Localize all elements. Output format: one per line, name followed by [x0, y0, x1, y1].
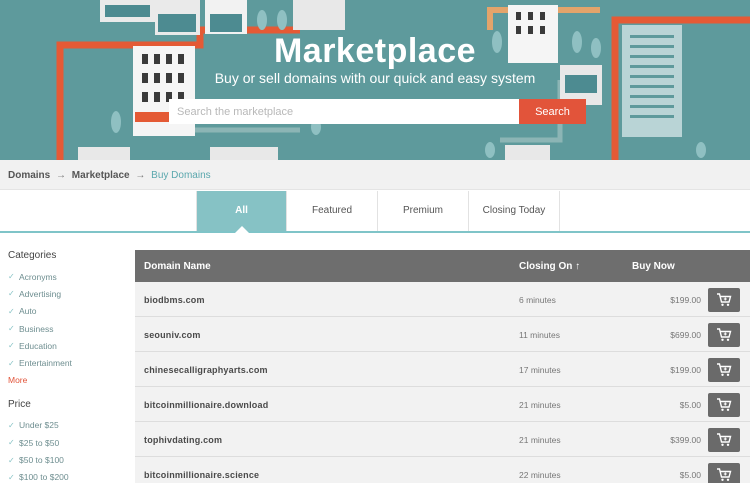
- check-icon: ✓: [8, 306, 15, 316]
- check-icon: ✓: [8, 272, 15, 282]
- domain-name-link[interactable]: bitcoinmillionaire.science: [144, 470, 259, 480]
- domain-name-link[interactable]: seouniv.com: [144, 330, 201, 340]
- tab-premium[interactable]: Premium: [378, 191, 469, 231]
- cart-icon: [717, 468, 732, 481]
- check-icon: ✓: [8, 324, 15, 334]
- domain-name-link[interactable]: tophivdating.com: [144, 435, 222, 445]
- category-label: Business: [19, 323, 54, 334]
- buy-price: $199.00: [670, 295, 701, 305]
- tab-all[interactable]: All: [196, 191, 287, 231]
- check-icon: ✓: [8, 341, 15, 351]
- closing-time: 21 minutes: [519, 435, 561, 445]
- add-to-cart-button[interactable]: [708, 358, 740, 382]
- buy-price: $199.00: [670, 365, 701, 375]
- page-title: Marketplace: [273, 32, 477, 70]
- cart-icon: [717, 398, 732, 411]
- price-label: $50 to $100: [19, 455, 64, 466]
- price-label: $25 to $50: [19, 437, 60, 448]
- table-row: seouniv.com 11 minutes $699.00: [135, 317, 750, 352]
- price-label: Under $25: [19, 420, 59, 431]
- domain-name-link[interactable]: bitcoinmillionaire.download: [144, 400, 268, 410]
- table-row: bitcoinmillionaire.science 22 minutes $5…: [135, 457, 750, 483]
- buy-price: $5.00: [679, 470, 701, 480]
- active-tab-indicator: [234, 226, 250, 234]
- filter-tabs: All Featured Premium Closing Today: [0, 191, 750, 233]
- buy-price: $699.00: [670, 330, 701, 340]
- cart-icon: [717, 328, 732, 341]
- domains-table: Domain Name Closing On ↑ Buy Now biodbms…: [135, 250, 750, 483]
- add-to-cart-button[interactable]: [708, 323, 740, 347]
- closing-time: 22 minutes: [519, 470, 561, 480]
- price-100-to-200[interactable]: ✓ $100 to $200: [8, 469, 128, 483]
- categories-heading: Categories: [8, 250, 57, 261]
- tab-closing-today[interactable]: Closing Today: [469, 191, 560, 231]
- price-under-25[interactable]: ✓ Under $25: [8, 417, 128, 434]
- category-business[interactable]: ✓ Business: [8, 320, 128, 337]
- breadcrumb-domains[interactable]: Domains: [8, 170, 50, 181]
- cart-icon: [717, 363, 732, 376]
- search-input[interactable]: [169, 99, 519, 124]
- add-to-cart-button[interactable]: [708, 428, 740, 452]
- closing-time: 17 minutes: [519, 365, 561, 375]
- category-acronyms[interactable]: ✓ Acronyms: [8, 268, 128, 285]
- category-label: Advertising: [19, 288, 62, 299]
- category-label: Education: [19, 340, 57, 351]
- search-button[interactable]: Search: [519, 99, 586, 124]
- closing-time: 21 minutes: [519, 400, 561, 410]
- filter-sidebar: Categories ✓ Acronyms ✓ Advertising ✓ Auto …: [8, 250, 128, 483]
- breadcrumb-separator: →: [135, 170, 146, 181]
- table-row: biodbms.com 6 minutes $199.00: [135, 282, 750, 317]
- add-to-cart-button[interactable]: [708, 288, 740, 312]
- check-icon: ✓: [8, 438, 15, 448]
- closing-time: 11 minutes: [519, 330, 560, 340]
- table-header: Domain Name Closing On ↑ Buy Now: [135, 250, 750, 282]
- category-entertainment[interactable]: ✓ Entertainment: [8, 354, 128, 371]
- category-label: Auto: [19, 306, 37, 317]
- add-to-cart-button[interactable]: [708, 393, 740, 417]
- category-advertising[interactable]: ✓ Advertising: [8, 285, 128, 302]
- categories-more-link[interactable]: More: [8, 372, 128, 389]
- tab-featured[interactable]: Featured: [287, 191, 378, 231]
- category-label: Entertainment: [19, 358, 72, 369]
- breadcrumb-marketplace[interactable]: Marketplace: [72, 170, 130, 181]
- check-icon: ✓: [8, 358, 15, 368]
- cart-icon: [717, 433, 732, 446]
- category-label: Acronyms: [19, 271, 57, 282]
- check-icon: ✓: [8, 472, 15, 482]
- category-auto[interactable]: ✓ Auto: [8, 303, 128, 320]
- hero-banner: Marketplace Buy or sell domains with our…: [0, 0, 750, 160]
- domain-name-link[interactable]: biodbms.com: [144, 295, 205, 305]
- price-heading: Price: [8, 398, 31, 410]
- breadcrumb-separator: →: [56, 170, 67, 181]
- price-25-to-50[interactable]: ✓ $25 to $50: [8, 434, 128, 451]
- column-buy-now[interactable]: Buy Now: [632, 261, 675, 272]
- buy-price: $399.00: [670, 435, 701, 445]
- hero-subtitle: Buy or sell domains with our quick and e…: [214, 70, 536, 86]
- closing-time: 6 minutes: [519, 295, 556, 305]
- cart-icon: [717, 293, 732, 306]
- price-label: $100 to $200: [19, 472, 69, 483]
- price-50-to-100[interactable]: ✓ $50 to $100: [8, 451, 128, 468]
- check-icon: ✓: [8, 420, 15, 430]
- breadcrumb: Domains → Marketplace → Buy Domains: [0, 160, 750, 190]
- category-education[interactable]: ✓ Education: [8, 337, 128, 354]
- column-closing-on[interactable]: Closing On ↑: [519, 261, 580, 272]
- add-to-cart-button[interactable]: [708, 463, 740, 483]
- table-row: tophivdating.com 21 minutes $399.00: [135, 422, 750, 457]
- check-icon: ✓: [8, 289, 15, 299]
- check-icon: ✓: [8, 455, 15, 465]
- breadcrumb-current: Buy Domains: [151, 170, 211, 181]
- table-row: chinesecalligraphyarts.com 17 minutes $1…: [135, 352, 750, 387]
- column-domain-name[interactable]: Domain Name: [144, 261, 211, 272]
- domain-name-link[interactable]: chinesecalligraphyarts.com: [144, 365, 268, 375]
- table-row: bitcoinmillionaire.download 21 minutes $…: [135, 387, 750, 422]
- buy-price: $5.00: [679, 400, 701, 410]
